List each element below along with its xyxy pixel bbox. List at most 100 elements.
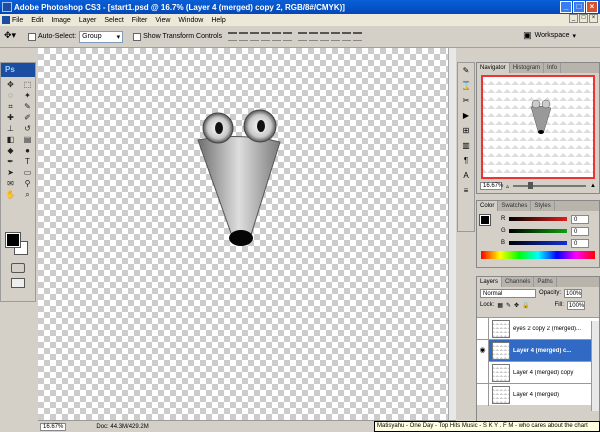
slice-tool-icon[interactable]: ✎ xyxy=(19,101,36,112)
dodge-tool-icon[interactable]: ● xyxy=(19,145,36,156)
clone-stamp-icon[interactable]: ⊥ xyxy=(2,123,19,134)
menu-help[interactable]: Help xyxy=(211,17,225,24)
color-fg-swatch[interactable] xyxy=(479,214,491,226)
hand-tool-icon[interactable]: ✋ xyxy=(2,189,19,200)
brushes-icon[interactable]: ✎ xyxy=(458,63,474,78)
layer-row[interactable]: Layer 4 (merged) copy xyxy=(477,361,599,384)
tab-layers[interactable]: Layers xyxy=(477,277,503,287)
show-transform-checkbox[interactable] xyxy=(133,32,142,41)
align-top-icon[interactable] xyxy=(228,32,238,41)
magic-wand-icon[interactable]: ✦ xyxy=(19,90,36,101)
status-zoom[interactable]: 16.67% xyxy=(40,422,67,431)
lasso-tool-icon[interactable]: ◌ xyxy=(2,90,19,101)
distribute-bottom-icon[interactable] xyxy=(320,32,330,41)
path-select-icon[interactable]: ➤ xyxy=(2,167,19,178)
history-brush-icon[interactable]: ↺ xyxy=(19,123,36,134)
info-icon[interactable]: ≡ xyxy=(458,183,474,198)
layer-row[interactable]: eyes 2 copy 2 (merged)... xyxy=(477,317,599,340)
menu-window[interactable]: Window xyxy=(178,17,203,24)
color-spectrum[interactable] xyxy=(481,251,595,259)
paragraph-icon[interactable]: ¶ xyxy=(458,153,474,168)
menu-select[interactable]: Select xyxy=(104,17,123,24)
menu-layer[interactable]: Layer xyxy=(79,17,97,24)
tab-histogram[interactable]: Histogram xyxy=(510,63,545,73)
align-bottom-icon[interactable] xyxy=(250,32,260,41)
eraser-tool-icon[interactable]: ◧ xyxy=(2,134,19,145)
shape-tool-icon[interactable]: ▭ xyxy=(19,167,36,178)
fill-field[interactable]: 100% xyxy=(566,300,585,310)
navigator-zoom-slider[interactable] xyxy=(513,182,587,189)
blur-tool-icon[interactable]: ◆ xyxy=(2,145,19,156)
move-tool-icon[interactable]: ✥ xyxy=(2,79,19,90)
notes-tool-icon[interactable]: ✉ xyxy=(2,178,19,189)
document-canvas[interactable] xyxy=(38,48,448,420)
workspace-menu[interactable]: ▣ Workspace ▾ xyxy=(523,30,576,41)
slider-knob[interactable] xyxy=(527,182,533,189)
lock-position-icon[interactable]: ✥ xyxy=(514,302,519,309)
channel-g-value[interactable]: 0 xyxy=(571,226,589,236)
layer-row-selected[interactable]: ◉ Layer 4 (merged) c... xyxy=(477,339,599,362)
tab-navigator[interactable]: Navigator xyxy=(477,63,510,73)
distribute-vcenter-icon[interactable] xyxy=(309,32,319,41)
tab-info[interactable]: Info xyxy=(544,63,562,73)
zoom-tool-icon[interactable]: ⌕ xyxy=(19,189,36,200)
tool-presets-icon[interactable]: ✂ xyxy=(458,93,474,108)
crop-tool-icon[interactable]: ⌗ xyxy=(2,101,19,112)
zoom-out-icon[interactable]: ▵ xyxy=(506,183,509,190)
character-icon[interactable]: A xyxy=(458,168,474,183)
foreground-color-swatch[interactable] xyxy=(5,232,21,248)
distribute-top-icon[interactable] xyxy=(298,32,308,41)
healing-brush-icon[interactable]: ✚ xyxy=(2,112,19,123)
quick-mask-icon[interactable] xyxy=(11,263,25,273)
move-tool-preset-icon[interactable]: ✥▾ xyxy=(4,30,26,44)
doc-restore-button[interactable]: □ xyxy=(579,14,588,23)
lock-all-icon[interactable]: 🔒 xyxy=(522,302,529,309)
align-hcenter-icon[interactable] xyxy=(272,32,282,41)
channel-b-value[interactable]: 0 xyxy=(571,238,589,248)
channel-r-slider[interactable] xyxy=(509,217,567,221)
align-right-icon[interactable] xyxy=(283,32,293,41)
menu-file[interactable]: File xyxy=(12,17,23,24)
layers-scrollbar[interactable] xyxy=(591,321,599,411)
marquee-tool-icon[interactable]: ⬚ xyxy=(19,79,36,90)
gradient-tool-icon[interactable]: ▤ xyxy=(19,134,36,145)
channel-g-slider[interactable] xyxy=(509,229,567,233)
eyedropper-icon[interactable]: ⚲ xyxy=(19,178,36,189)
close-button[interactable]: × xyxy=(586,1,598,13)
tab-channels[interactable]: Channels xyxy=(502,277,535,287)
eye-icon[interactable]: ◉ xyxy=(477,339,489,362)
tab-paths[interactable]: Paths xyxy=(534,277,557,287)
channel-b-slider[interactable] xyxy=(509,241,567,245)
lock-pixels-icon[interactable]: ✎ xyxy=(506,302,511,309)
layer-row[interactable]: Layer 4 (merged) xyxy=(477,383,599,406)
channel-r-value[interactable]: 0 xyxy=(571,214,589,224)
clone-source-icon[interactable]: ⊞ xyxy=(458,123,474,138)
auto-select-checkbox[interactable] xyxy=(28,32,36,41)
brush-tool-icon[interactable]: ✐ xyxy=(19,112,36,123)
navigator-preview[interactable] xyxy=(481,75,595,179)
canvas-vertical-scrollbar[interactable] xyxy=(448,48,456,420)
distribute-left-icon[interactable] xyxy=(331,32,341,41)
distribute-hcenter-icon[interactable] xyxy=(342,32,352,41)
actions-icon[interactable]: ▶ xyxy=(458,108,474,123)
history-icon[interactable]: ⌛ xyxy=(458,78,474,93)
doc-close-button[interactable]: × xyxy=(589,14,598,23)
visibility-toggle[interactable] xyxy=(477,383,489,406)
visibility-toggle[interactable] xyxy=(477,317,489,340)
screen-mode-icon[interactable] xyxy=(11,278,25,288)
visibility-toggle[interactable] xyxy=(477,361,489,384)
tab-styles[interactable]: Styles xyxy=(531,201,555,211)
lock-transparent-icon[interactable]: ▦ xyxy=(497,302,503,309)
minimize-button[interactable]: _ xyxy=(560,1,572,13)
menu-edit[interactable]: Edit xyxy=(31,17,43,24)
doc-minimize-button[interactable]: _ xyxy=(569,14,578,23)
menu-image[interactable]: Image xyxy=(51,17,70,24)
menu-filter[interactable]: Filter xyxy=(132,17,148,24)
auto-select-dropdown[interactable]: Group ▾ xyxy=(79,30,124,43)
tab-swatches[interactable]: Swatches xyxy=(498,201,532,211)
menu-view[interactable]: View xyxy=(155,17,170,24)
navigator-zoom[interactable]: 16.67% xyxy=(480,182,503,190)
layer-comps-icon[interactable]: ▥ xyxy=(458,138,474,153)
tab-color[interactable]: Color xyxy=(477,201,499,211)
blend-mode-dropdown[interactable]: Normal xyxy=(480,288,536,298)
